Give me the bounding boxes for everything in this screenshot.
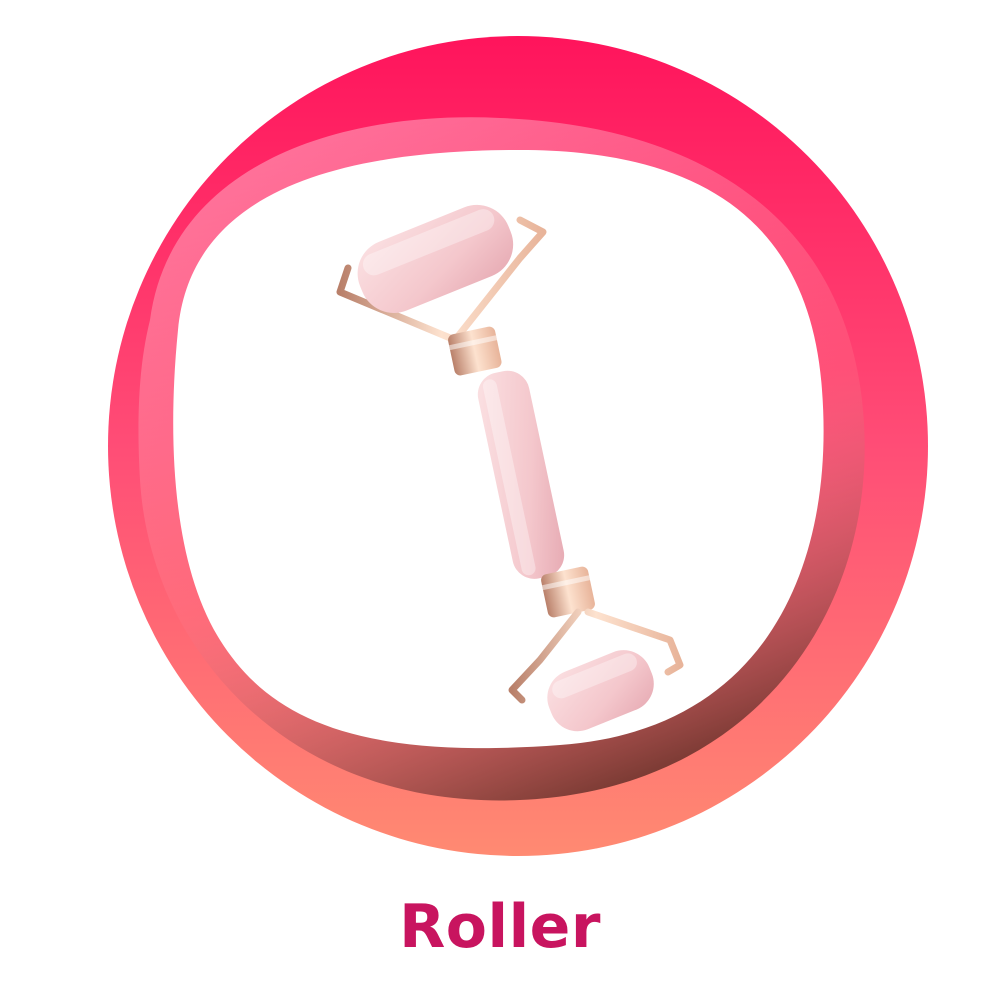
product-frame bbox=[0, 0, 1000, 900]
product-caption: Roller bbox=[399, 892, 601, 962]
ring-graphic bbox=[108, 36, 928, 856]
